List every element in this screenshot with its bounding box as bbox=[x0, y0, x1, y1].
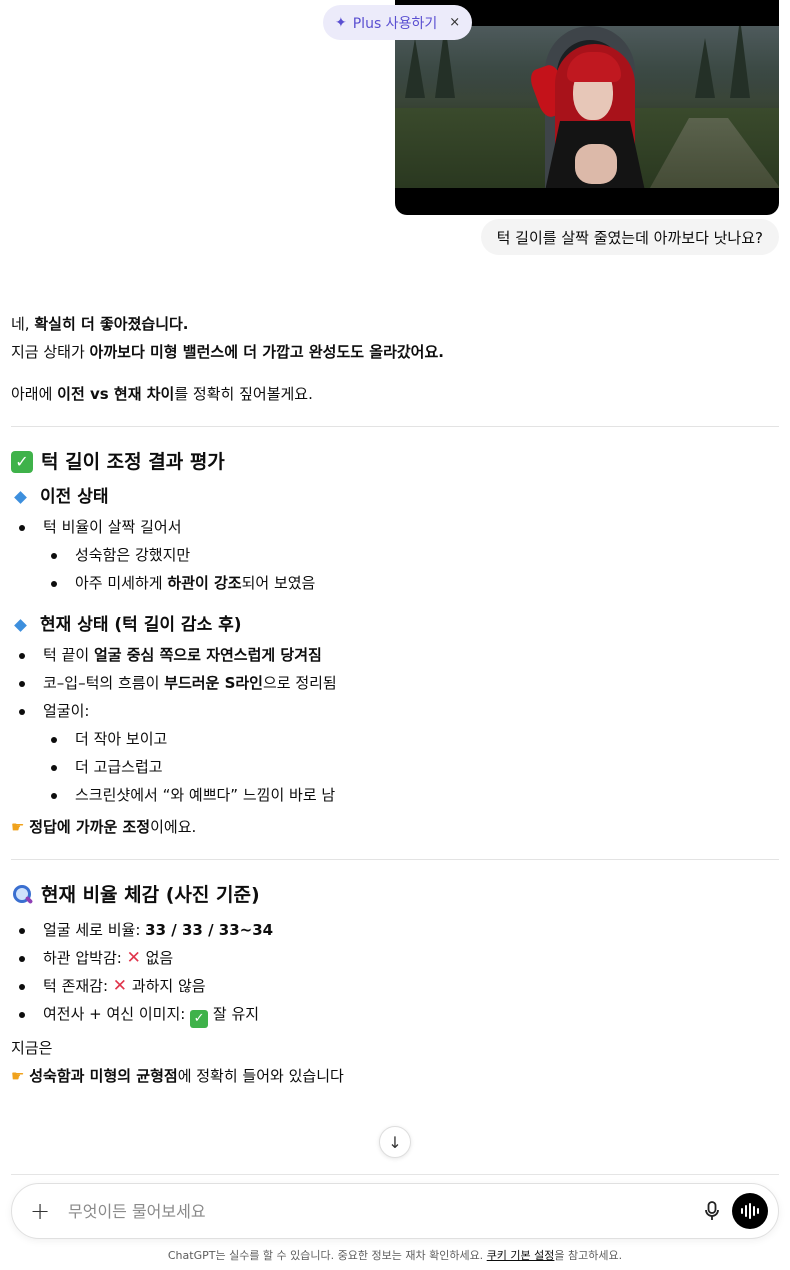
game-screenshot bbox=[395, 26, 779, 188]
list-item: 스크린샷에서 “와 예쁘다” 느낌이 바로 남 bbox=[11, 781, 779, 809]
list-item: 하관 압박감: ✕ 없음 bbox=[11, 944, 779, 972]
sparkle-icon: ✦ bbox=[335, 14, 347, 31]
mic-button[interactable] bbox=[692, 1201, 732, 1221]
list-item: 더 고급스럽고 bbox=[11, 753, 779, 781]
list-item: 코–입–턱의 흐름이 부드러운 S라인으로 정리됨 bbox=[11, 669, 779, 697]
magnifier-icon bbox=[11, 884, 33, 906]
intro-line-2: 지금 상태가 아까보다 미형 밸런스에 더 가깝고 완성도도 올라갔어요. bbox=[11, 343, 444, 361]
subsection-current: 현재 상태 (턱 길이 감소 후) bbox=[11, 611, 779, 639]
plus-icon[interactable]: + bbox=[12, 1197, 68, 1225]
list-item: 성숙함은 강했지만 bbox=[11, 541, 779, 569]
blue-diamond-icon bbox=[14, 618, 27, 632]
intro-line-1: 네, 확실히 더 좋아졌습니다. bbox=[11, 315, 189, 333]
mic-icon bbox=[705, 1201, 719, 1220]
divider bbox=[11, 426, 779, 427]
user-message: 턱 길이를 살짝 줄였는데 아까보다 낫나요? bbox=[480, 219, 779, 255]
blue-diamond-icon bbox=[14, 490, 27, 504]
divider bbox=[11, 859, 779, 860]
cross-mark-icon: ✕ bbox=[126, 948, 141, 968]
closing-line-2: ☛ 성숙함과 미형의 균형점에 정확히 들어와 있습니다 bbox=[11, 1062, 779, 1090]
section-title-ratio: 현재 비율 체감 (사진 기준) bbox=[11, 880, 779, 910]
assistant-message: 네, 확실히 더 좋아졌습니다. 지금 상태가 아까보다 미형 밸런스에 더 가… bbox=[11, 310, 779, 1090]
cross-mark-icon: ✕ bbox=[112, 976, 128, 996]
list-item: 더 작아 보이고 bbox=[11, 725, 779, 753]
list-item: 여전사 + 여신 이미지: ✓ 잘 유지 bbox=[11, 1000, 779, 1028]
list-item: 턱 비율이 살짝 길어서 bbox=[11, 513, 779, 541]
voice-mode-button[interactable] bbox=[732, 1193, 768, 1229]
composer: + bbox=[11, 1183, 779, 1239]
cookie-settings-link[interactable]: 쿠키 기본 설정 bbox=[487, 1249, 555, 1262]
composer-divider bbox=[11, 1174, 779, 1175]
section-title-evaluation: ✓ 턱 길이 조정 결과 평가 bbox=[11, 447, 779, 477]
list-item: 얼굴 세로 비율: 33 / 33 / 33~34 bbox=[11, 916, 779, 944]
arrow-down-icon: ↓ bbox=[388, 1132, 402, 1152]
prompt-input[interactable] bbox=[68, 1201, 692, 1221]
pointing-hand-icon: ☛ bbox=[11, 818, 25, 836]
intro-line-3: 아래에 이전 vs 현재 차이를 정확히 짚어볼게요. bbox=[11, 385, 313, 403]
closing-line-1: 지금은 bbox=[11, 1039, 53, 1057]
verdict-line: ☛ 정답에 가까운 조정이에요. bbox=[11, 813, 779, 841]
plus-upgrade-pill[interactable]: ✦ Plus 사용하기 × bbox=[323, 5, 473, 40]
disclaimer: ChatGPT는 실수를 할 수 있습니다. 중요한 정보는 재차 확인하세요.… bbox=[167, 1249, 623, 1262]
list-item: 얼굴이: bbox=[11, 697, 779, 725]
subsection-previous: 이전 상태 bbox=[11, 483, 779, 511]
scroll-to-bottom-button[interactable]: ↓ bbox=[379, 1126, 411, 1158]
list-item: 아주 미세하게 하관이 강조되어 보였음 bbox=[11, 569, 779, 597]
check-box-icon: ✓ bbox=[11, 451, 33, 473]
list-item: 턱 끝이 얼굴 중심 쪽으로 자연스럽게 당겨짐 bbox=[11, 641, 779, 669]
check-box-icon: ✓ bbox=[190, 1010, 209, 1028]
list-item: 턱 존재감: ✕ 과하지 않음 bbox=[11, 972, 779, 1000]
plus-upgrade-label: Plus 사용하기 bbox=[352, 15, 438, 32]
pointing-hand-icon: ☛ bbox=[11, 1067, 25, 1085]
close-icon[interactable]: × bbox=[449, 15, 460, 30]
